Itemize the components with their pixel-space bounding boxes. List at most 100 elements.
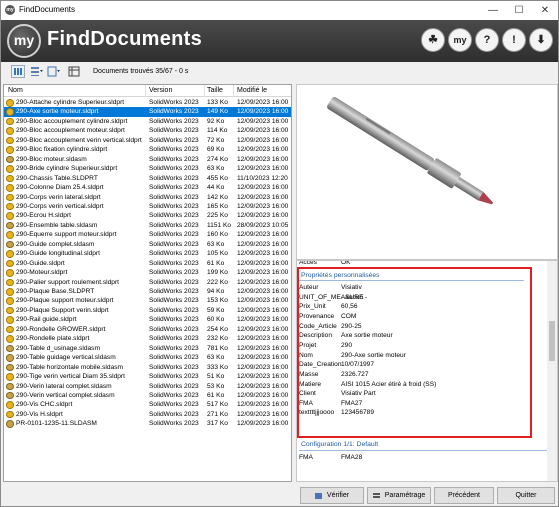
file-name: 290-Bloc accouplement verin vertical.sld…: [16, 136, 142, 144]
list-item[interactable]: 290-Table guidage vertical.sldasm SolidWo…: [4, 353, 291, 362]
list-item[interactable]: 290-Corps verin lateral.sldprt SolidWorks…: [4, 193, 291, 202]
file-version: SolidWorks 2023: [149, 363, 199, 371]
update-button[interactable]: ⬇: [529, 28, 553, 52]
list-item[interactable]: 290-Guide complet.sldasm SolidWorks 2023 6…: [4, 240, 291, 249]
column-header-size[interactable]: Taille: [207, 87, 223, 94]
previous-button[interactable]: Précédent: [434, 487, 494, 504]
file-size: 44 Ko: [207, 184, 225, 192]
file-version: SolidWorks 2023: [149, 259, 199, 267]
part-file-icon: [6, 250, 14, 258]
column-header-name[interactable]: Nom: [8, 87, 23, 94]
list-item[interactable]: 290-Bloc accouplement cylindre.sldprt Sol…: [4, 117, 291, 126]
documents-list[interactable]: Nom Version Taille Modifié le 290-Attach…: [3, 84, 292, 482]
file-modified: 12/09/2023 16:00: [237, 401, 289, 409]
file-modified: 12/09/2023 16:00: [237, 231, 289, 239]
list-item[interactable]: 290-Corps verin vertical.sldprt SolidWork…: [4, 202, 291, 211]
column-header-version[interactable]: Version: [149, 87, 172, 94]
list-item[interactable]: 290-Table horizontale mobile.sldasm Solid…: [4, 363, 291, 372]
part-file-icon: [6, 325, 14, 334]
part-file-icon: [6, 117, 14, 126]
list-item[interactable]: 290-Chassis Table.SLDPRT SolidWorks 2023 4…: [4, 174, 291, 183]
verify-button[interactable]: Vérifier: [300, 487, 364, 504]
file-size: 105 Ko: [207, 250, 228, 258]
list-item[interactable]: 290-Rondelle GROWER.sldprt SolidWorks 202…: [4, 325, 291, 334]
view-list-icon[interactable]: [29, 65, 43, 78]
view-details-icon[interactable]: [11, 65, 25, 78]
part-file-icon: [6, 136, 14, 145]
part-file-icon: [6, 184, 14, 192]
list-item[interactable]: 290-Bloc moteur.sldasm SolidWorks 2023 274…: [4, 155, 291, 164]
part-preview-image: [327, 96, 494, 205]
file-name: 290-Tige verin vertical Diam 35.sldprt: [16, 373, 125, 381]
findocuments-window: my FindDocuments — ☐ ✕ my FindDocuments …: [0, 0, 559, 507]
list-item[interactable]: 290-Verin vertical complet.sldasm SolidWo…: [4, 391, 291, 400]
list-item[interactable]: 290-Plaque Base.SLDPRT SolidWorks 2023 94 …: [4, 287, 291, 296]
file-name: 290-Bloc accouplement cylindre.sldprt: [16, 117, 128, 125]
minimize-button[interactable]: —: [480, 1, 506, 20]
list-item[interactable]: 290-Plaque Support verin.sldprt SolidWork…: [4, 306, 291, 315]
properties-scrollbar[interactable]: [547, 261, 557, 481]
file-name: PR-0101-1235-11.SLDASM: [16, 420, 97, 428]
file-size: 254 Ko: [207, 325, 228, 333]
file-name: 290-Plaque Base.SLDPRT: [16, 288, 95, 295]
highlight-box: [297, 267, 532, 438]
file-size: 232 Ko: [207, 335, 228, 343]
columns-icon[interactable]: [46, 65, 60, 78]
list-item[interactable]: 290-Moteur.sldprt SolidWorks 2023 199 Ko 12…: [4, 268, 291, 277]
list-item[interactable]: 290-Bloc fixation cylindre.sldprt SolidWo…: [4, 145, 291, 154]
file-version: SolidWorks 2023: [149, 250, 199, 258]
list-item[interactable]: 290-Attache cylindre Superieur.sldprt Sol…: [4, 98, 291, 107]
list-item[interactable]: 290-Axe sortie moteur.sldprt SolidWorks 2…: [4, 107, 291, 117]
list-item[interactable]: 290-Palier support roulement.sldprt Solid…: [4, 278, 291, 287]
list-item[interactable]: 290-Bride cylindre Superieur.sldprt Solid…: [4, 164, 291, 173]
configuration-title: Configuration 1/1: Default: [301, 441, 379, 448]
assembly-file-icon: [6, 221, 14, 230]
part-file-icon: [6, 297, 14, 305]
list-item[interactable]: 290-Bloc accouplement verin vertical.sld…: [4, 136, 291, 145]
file-name: 290-Moteur.sldprt: [16, 269, 68, 277]
list-item[interactable]: 290-Vis H.sldprt SolidWorks 2023 271 Ko 12/…: [4, 410, 291, 419]
preview-panel: [296, 84, 558, 260]
file-name: 290-Corps verin lateral.sldprt: [16, 193, 101, 201]
list-item[interactable]: 290-Guide longitudinal.sldprt SolidWorks …: [4, 249, 291, 258]
list-item[interactable]: 290-Rail guide.sldprt SolidWorks 2023 60 K…: [4, 315, 291, 324]
column-header-modified[interactable]: Modifié le: [237, 87, 267, 94]
file-modified: 12/09/2023 16:00: [237, 325, 289, 333]
file-name: 290-Verin vertical complet.sldasm: [16, 391, 115, 399]
list-item[interactable]: 290-Verin lateral complet.sldasm SolidWor…: [4, 382, 291, 391]
settings-button[interactable]: Paramétrage: [367, 487, 431, 504]
info-button[interactable]: !: [502, 28, 526, 52]
list-item[interactable]: 290-Plaque support moteur.sldprt SolidWor…: [4, 296, 291, 305]
assembly-file-icon: [6, 155, 14, 164]
list-item[interactable]: 290-Ensemble table.sldasm SolidWorks 2023…: [4, 221, 291, 230]
table-icon[interactable]: [67, 65, 81, 78]
scrollbar-thumb[interactable]: [549, 321, 555, 361]
window-title: FindDocuments: [19, 5, 76, 14]
list-item[interactable]: 290-Table d_usinage.sldasm SolidWorks 202…: [4, 344, 291, 353]
file-size: 225 Ko: [207, 212, 228, 220]
list-item[interactable]: 290-Bloc accouplement moteur.sldprt Solid…: [4, 126, 291, 135]
quit-button[interactable]: Quitter: [497, 487, 555, 504]
file-modified: 12/09/2023 16:00: [237, 127, 289, 135]
list-item[interactable]: 290-Equerre support moteur.sldprt SolidWo…: [4, 230, 291, 239]
file-size: 114 Ko: [207, 127, 228, 135]
file-version: SolidWorks 2023: [149, 108, 199, 116]
list-item[interactable]: 290-Tige verin vertical Diam 35.sldprt So…: [4, 372, 291, 381]
wizard-button[interactable]: ☘: [421, 28, 445, 52]
file-size: 61 Ko: [207, 391, 225, 399]
list-item[interactable]: PR-0101-1235-11.SLDASM SolidWorks 2023 317…: [4, 419, 291, 428]
list-item[interactable]: 290-Ecrou H.sldprt SolidWorks 2023 225 Ko 1…: [4, 211, 291, 220]
list-item[interactable]: 290-Guide.sldprt SolidWorks 2023 61 Ko 12/0…: [4, 259, 291, 268]
list-item[interactable]: 290-Vis CHC.sldprt SolidWorks 2023 517 Ko 1…: [4, 400, 291, 409]
close-button[interactable]: ✕: [532, 1, 558, 20]
help-button[interactable]: ?: [475, 28, 499, 52]
file-size: 333 Ko: [207, 363, 228, 371]
list-item[interactable]: 290-Colonne Diam 25.4.sldprt SolidWorks 2…: [4, 183, 291, 192]
maximize-button[interactable]: ☐: [506, 1, 532, 20]
file-name: 290-Equerre support moteur.sldprt: [16, 231, 117, 239]
file-name: 290-Guide complet.sldasm: [16, 240, 95, 248]
list-item[interactable]: 290-Rondelle plate.sldprt SolidWorks 2023…: [4, 334, 291, 343]
part-file-icon: [6, 316, 14, 324]
my-button[interactable]: my: [448, 28, 472, 52]
file-name: 290-Attache cylindre Superieur.sldprt: [16, 99, 125, 106]
